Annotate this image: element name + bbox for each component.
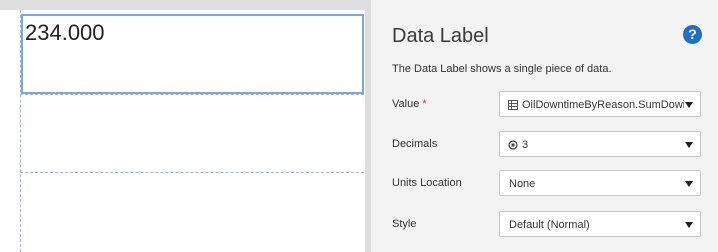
value-select[interactable]: OilDowntimeByReason.SumDowi xyxy=(499,91,701,117)
dashboard-canvas: 234.000 xyxy=(0,0,371,252)
table-icon xyxy=(508,100,518,110)
chevron-down-icon xyxy=(685,102,693,108)
grid-guide-horizontal xyxy=(20,172,364,173)
units-location-field-label: Units Location xyxy=(392,177,462,189)
target-icon xyxy=(508,140,518,150)
canvas-top-margin xyxy=(0,0,371,10)
chevron-down-icon xyxy=(685,222,693,228)
style-select[interactable]: Default (Normal) xyxy=(499,211,701,237)
decimals-field-label: Decimals xyxy=(392,138,438,150)
panel-description: The Data Label shows a single piece of d… xyxy=(392,63,612,75)
value-field-label: Value * xyxy=(392,98,427,110)
units-location-select-text: None xyxy=(509,178,536,190)
style-field-label: Style xyxy=(392,218,417,230)
units-location-select[interactable]: None xyxy=(499,170,701,196)
data-label-tile[interactable]: 234.000 xyxy=(21,14,364,94)
properties-panel: Data Label ? The Data Label shows a sing… xyxy=(371,0,718,252)
value-select-text: OilDowntimeByReason.SumDowi xyxy=(522,99,684,111)
style-select-text: Default (Normal) xyxy=(509,219,590,231)
decimals-select-text: 3 xyxy=(522,139,529,151)
required-marker: * xyxy=(422,98,427,110)
chevron-down-icon xyxy=(685,142,693,148)
decimals-select[interactable]: 3 xyxy=(499,131,701,157)
panel-title: Data Label xyxy=(392,25,489,47)
tile-value-text: 234.000 xyxy=(25,20,105,45)
value-label-text: Value xyxy=(392,98,420,110)
chevron-down-icon xyxy=(685,181,693,187)
help-icon[interactable]: ? xyxy=(683,25,702,44)
grid-guide-horizontal xyxy=(20,94,364,95)
